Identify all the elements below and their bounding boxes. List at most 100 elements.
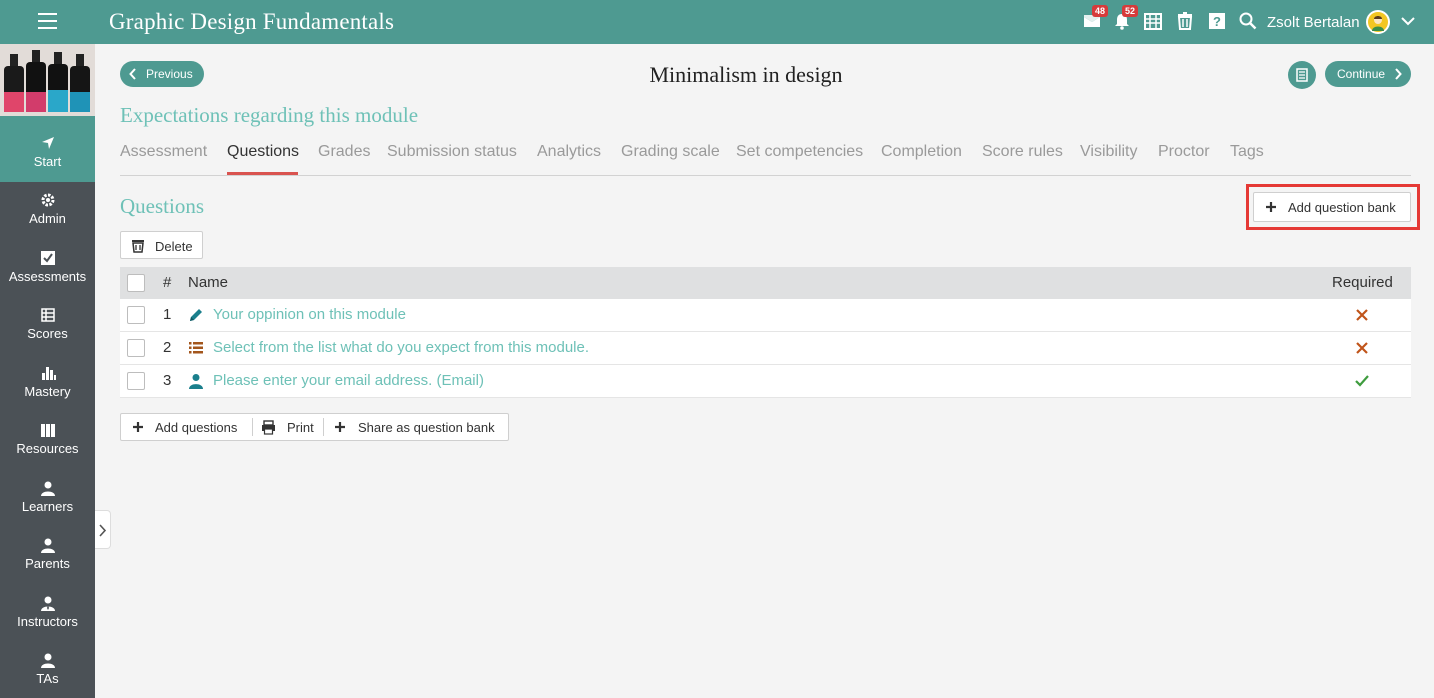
print-label: Print bbox=[287, 420, 314, 435]
sidebar-item-start[interactable]: Start bbox=[0, 125, 95, 182]
help-icon[interactable]: ? bbox=[1208, 12, 1228, 32]
gear-icon bbox=[41, 193, 54, 207]
sidebar-item-admin[interactable]: Admin bbox=[0, 182, 95, 239]
person-icon bbox=[189, 374, 203, 389]
print-icon bbox=[262, 420, 275, 435]
print-button[interactable]: Print bbox=[253, 414, 323, 440]
row-checkbox[interactable] bbox=[127, 339, 145, 357]
checkbox-icon bbox=[40, 251, 55, 265]
select-all-checkbox[interactable] bbox=[127, 274, 145, 292]
tab-submission-status[interactable]: Submission status bbox=[387, 143, 517, 161]
user-name[interactable]: Zsolt Bertalan bbox=[1267, 14, 1360, 31]
sidebar-item-label: Mastery bbox=[24, 384, 71, 399]
plus-icon bbox=[1266, 202, 1276, 212]
app-title[interactable]: Graphic Design Fundamentals bbox=[109, 9, 394, 35]
navigate-arrow-icon bbox=[41, 137, 54, 149]
search-icon[interactable] bbox=[1239, 12, 1259, 32]
bell-icon[interactable]: 52 bbox=[1113, 5, 1139, 32]
course-color-strip bbox=[0, 116, 95, 125]
tab-questions[interactable]: Questions bbox=[227, 143, 299, 161]
plus-icon bbox=[335, 422, 345, 432]
tab-tags[interactable]: Tags bbox=[1230, 143, 1264, 161]
tab-set-competencies[interactable]: Set competencies bbox=[736, 143, 863, 161]
share-as-question-bank-button[interactable]: Share as question bank bbox=[324, 414, 508, 440]
continue-button[interactable]: Continue bbox=[1325, 61, 1411, 87]
chevron-left-icon bbox=[129, 68, 136, 80]
sidebar-item-mastery[interactable]: Mastery bbox=[0, 355, 95, 412]
trash-icon[interactable] bbox=[1176, 12, 1196, 32]
sidebar-item-parents[interactable]: Parents bbox=[0, 527, 95, 584]
tab-analytics[interactable]: Analytics bbox=[537, 143, 601, 161]
sidebar-item-label: Assessments bbox=[8, 269, 87, 284]
sidebar-item-label: Parents bbox=[25, 556, 70, 571]
bar-chart-icon bbox=[41, 367, 56, 380]
hamburger-menu-icon[interactable] bbox=[38, 13, 57, 30]
question-link[interactable]: Please enter your email address. (Email) bbox=[213, 372, 484, 389]
previous-button[interactable]: Previous bbox=[120, 61, 204, 87]
calendar-icon[interactable] bbox=[1144, 12, 1164, 32]
notebook-button[interactable] bbox=[1288, 61, 1316, 89]
page-title: Minimalism in design bbox=[649, 62, 843, 87]
messages-icon[interactable]: 48 bbox=[1083, 5, 1109, 32]
notebook-icon bbox=[1296, 68, 1308, 82]
sidebar-item-label: Learners bbox=[21, 499, 74, 514]
chevron-right-icon bbox=[99, 524, 107, 537]
sidebar-item-label: Resources bbox=[16, 441, 79, 456]
question-link[interactable]: Your oppinion on this module bbox=[213, 306, 406, 323]
trash-icon bbox=[132, 240, 144, 253]
row-checkbox[interactable] bbox=[127, 372, 145, 390]
questions-table: # Name Required 1 Your oppinion on this … bbox=[120, 267, 1411, 398]
pencil-icon bbox=[190, 309, 202, 321]
add-questions-label: Add questions bbox=[155, 420, 238, 435]
plus-icon bbox=[133, 422, 143, 432]
messages-badge: 48 bbox=[1092, 5, 1109, 17]
sidebar-item-assessments[interactable]: Assessments bbox=[0, 240, 95, 297]
tab-assessment[interactable]: Assessment bbox=[120, 143, 207, 161]
add-question-bank-button[interactable]: Add question bank bbox=[1253, 192, 1411, 222]
svg-text:?: ? bbox=[1213, 14, 1221, 29]
section-title: Expectations regarding this module bbox=[120, 103, 419, 127]
tab-proctor[interactable]: Proctor bbox=[1158, 143, 1210, 161]
sidebar: Start Admin Assessments Scores Mastery R… bbox=[0, 44, 95, 698]
delete-button[interactable]: Delete bbox=[120, 231, 203, 259]
tab-grading-scale[interactable]: Grading scale bbox=[621, 143, 720, 161]
sidebar-item-label: Scores bbox=[27, 326, 68, 341]
table-icon bbox=[40, 308, 55, 322]
tab-visibility[interactable]: Visibility bbox=[1080, 143, 1138, 161]
question-link[interactable]: Select from the list what do you expect … bbox=[213, 339, 589, 356]
sidebar-item-label: TAs bbox=[36, 671, 59, 686]
tab-grades[interactable]: Grades bbox=[318, 143, 370, 161]
sidebar-item-tas[interactable]: TAs bbox=[0, 642, 95, 698]
chevron-right-icon bbox=[1395, 68, 1402, 80]
table-header: # Name Required bbox=[120, 267, 1411, 299]
table-row: 1 Your oppinion on this module bbox=[120, 299, 1411, 332]
instructor-icon bbox=[40, 596, 55, 611]
sidebar-item-label: Instructors bbox=[17, 614, 78, 629]
tab-completion[interactable]: Completion bbox=[881, 143, 962, 161]
add-question-bank-label: Add question bank bbox=[1288, 200, 1396, 215]
table-row: 3 Please enter your email address. (Emai… bbox=[120, 365, 1411, 398]
user-avatar[interactable] bbox=[1366, 10, 1390, 34]
column-name: Name bbox=[188, 274, 229, 291]
sidebar-item-scores[interactable]: Scores bbox=[0, 297, 95, 354]
sidebar-item-instructors[interactable]: Instructors bbox=[0, 585, 95, 642]
question-number: 2 bbox=[163, 339, 172, 356]
delete-label: Delete bbox=[155, 239, 193, 254]
add-questions-button[interactable]: Add questions bbox=[121, 414, 252, 440]
sidebar-item-label: Start bbox=[33, 154, 62, 169]
sidebar-toggle[interactable] bbox=[95, 510, 111, 549]
check-icon bbox=[1355, 375, 1369, 387]
sidebar-item-resources[interactable]: Resources bbox=[0, 412, 95, 469]
cross-icon bbox=[1356, 342, 1368, 354]
row-checkbox[interactable] bbox=[127, 306, 145, 324]
active-tab-indicator bbox=[227, 172, 298, 175]
person-icon bbox=[40, 653, 55, 668]
chevron-down-icon[interactable] bbox=[1400, 13, 1416, 29]
share-label: Share as question bank bbox=[358, 420, 495, 435]
course-thumbnail[interactable] bbox=[0, 44, 95, 124]
tab-score-rules[interactable]: Score rules bbox=[982, 143, 1063, 161]
column-required: Required bbox=[1332, 274, 1393, 291]
sidebar-item-learners[interactable]: Learners bbox=[0, 470, 95, 527]
previous-label: Previous bbox=[146, 67, 193, 81]
tab-bar: Assessment Questions Grades Submission s… bbox=[120, 141, 1411, 176]
